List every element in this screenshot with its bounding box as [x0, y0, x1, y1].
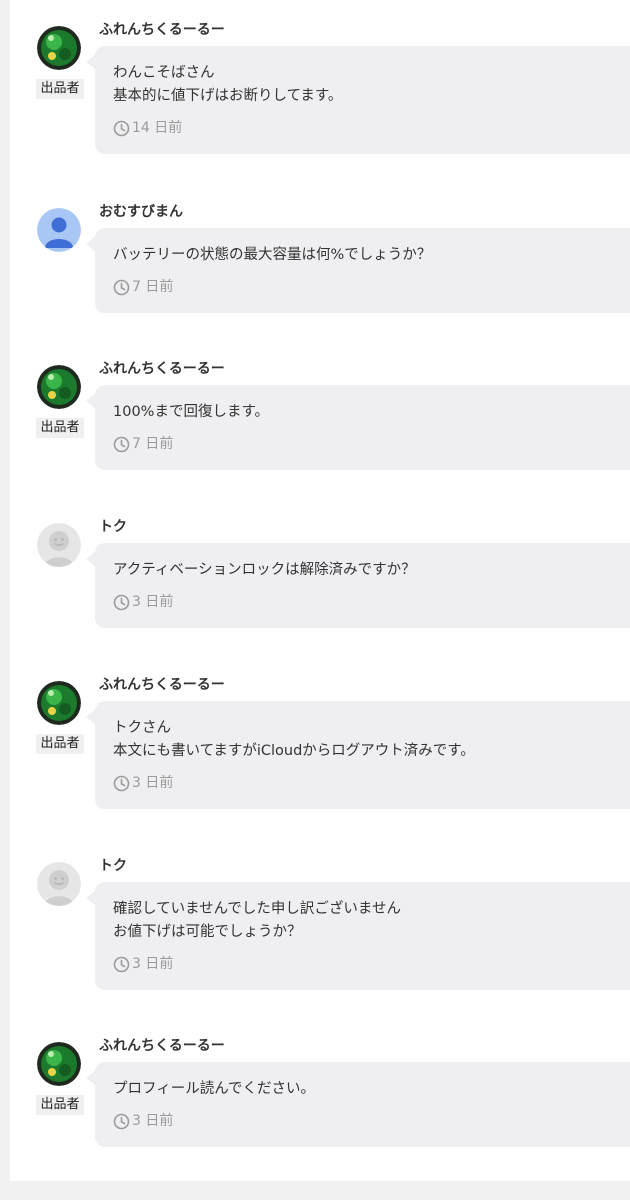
- comment-timestamp: 7 日前: [113, 277, 614, 297]
- user-avatar[interactable]: [37, 365, 81, 409]
- comment-time: 3 日前: [132, 956, 174, 972]
- comment-timestamp: 3 日前: [113, 1111, 614, 1131]
- user-avatar[interactable]: [37, 523, 81, 567]
- comment-list: 出品者 ふれんちくるーるー わんこそばさん 基本的に値下げはお断りしてます。 1…: [10, 0, 630, 1181]
- comment-time: 3 日前: [132, 775, 174, 791]
- comment-message: 100%まで回復します。: [113, 404, 270, 420]
- clock-icon: [113, 436, 130, 453]
- user-avatar[interactable]: [37, 862, 81, 906]
- comment-username[interactable]: トク: [99, 856, 127, 876]
- comment-time: 7 日前: [132, 279, 174, 295]
- comment-timestamp: 3 日前: [113, 954, 614, 974]
- comment-message: アクティベーションロックは解除済みですか？: [113, 562, 416, 578]
- comment-time: 7 日前: [132, 436, 174, 452]
- user-avatar[interactable]: [37, 1042, 81, 1086]
- comment-username[interactable]: ふれんちくるーるー: [99, 359, 225, 379]
- clock-icon: [113, 279, 130, 296]
- comment-message: わんこそばさん 基本的に値下げはお断りしてます。: [113, 65, 343, 104]
- comment-timestamp: 3 日前: [113, 592, 614, 612]
- comment-timestamp: 3 日前: [113, 773, 614, 793]
- user-avatar[interactable]: [37, 681, 81, 725]
- comment-bubble: バッテリーの状態の最大容量は何%でしょうか？ 7 日前: [86, 228, 630, 313]
- gray-face-avatar-icon: [37, 523, 81, 567]
- comment-username[interactable]: ふれんちくるーるー: [99, 1036, 225, 1056]
- comment-bubble: プロフィール読んでください。 3 日前: [86, 1062, 630, 1147]
- comment-time: 3 日前: [132, 1113, 174, 1129]
- green-ball-avatar-icon: [37, 365, 81, 409]
- comment-message: トクさん 本文にも書いてますがiCloudからログアウト済みです。: [113, 720, 475, 759]
- comment-bubble: 確認していませんでした申し訳ございません お値下げは可能でしょうか？ 3 日前: [86, 882, 630, 990]
- comment-username[interactable]: ふれんちくるーるー: [99, 20, 225, 40]
- clock-icon: [113, 594, 130, 611]
- gray-face-avatar-icon: [37, 862, 81, 906]
- comment-username[interactable]: トク: [99, 517, 127, 537]
- green-ball-avatar-icon: [37, 26, 81, 70]
- comment-message: プロフィール読んでください。: [113, 1081, 315, 1097]
- comment-message: バッテリーの状態の最大容量は何%でしょうか？: [113, 247, 432, 263]
- seller-badge: 出品者: [36, 418, 84, 438]
- seller-badge: 出品者: [36, 79, 84, 99]
- comment-time: 3 日前: [132, 594, 174, 610]
- comment-time: 14 日前: [132, 120, 183, 136]
- green-ball-avatar-icon: [37, 681, 81, 725]
- comment-bubble: トクさん 本文にも書いてますがiCloudからログアウト済みです。 3 日前: [86, 701, 630, 809]
- blue-person-avatar-icon: [37, 208, 81, 252]
- comment-bubble: アクティベーションロックは解除済みですか？ 3 日前: [86, 543, 630, 628]
- comment-message: 確認していませんでした申し訳ございません お値下げは可能でしょうか？: [113, 901, 401, 940]
- green-ball-avatar-icon: [37, 1042, 81, 1086]
- clock-icon: [113, 120, 130, 137]
- clock-icon: [113, 1113, 130, 1130]
- comment-timestamp: 14 日前: [113, 118, 614, 138]
- user-avatar[interactable]: [37, 208, 81, 252]
- comment-bubble: わんこそばさん 基本的に値下げはお断りしてます。 14 日前: [86, 46, 630, 154]
- comment-username[interactable]: ふれんちくるーるー: [99, 675, 225, 695]
- clock-icon: [113, 956, 130, 973]
- comment-username[interactable]: おむすびまん: [99, 202, 183, 222]
- seller-badge: 出品者: [36, 734, 84, 754]
- clock-icon: [113, 775, 130, 792]
- comment-bubble: 100%まで回復します。 7 日前: [86, 385, 630, 470]
- user-avatar[interactable]: [37, 26, 81, 70]
- seller-badge: 出品者: [36, 1095, 84, 1115]
- comment-timestamp: 7 日前: [113, 434, 614, 454]
